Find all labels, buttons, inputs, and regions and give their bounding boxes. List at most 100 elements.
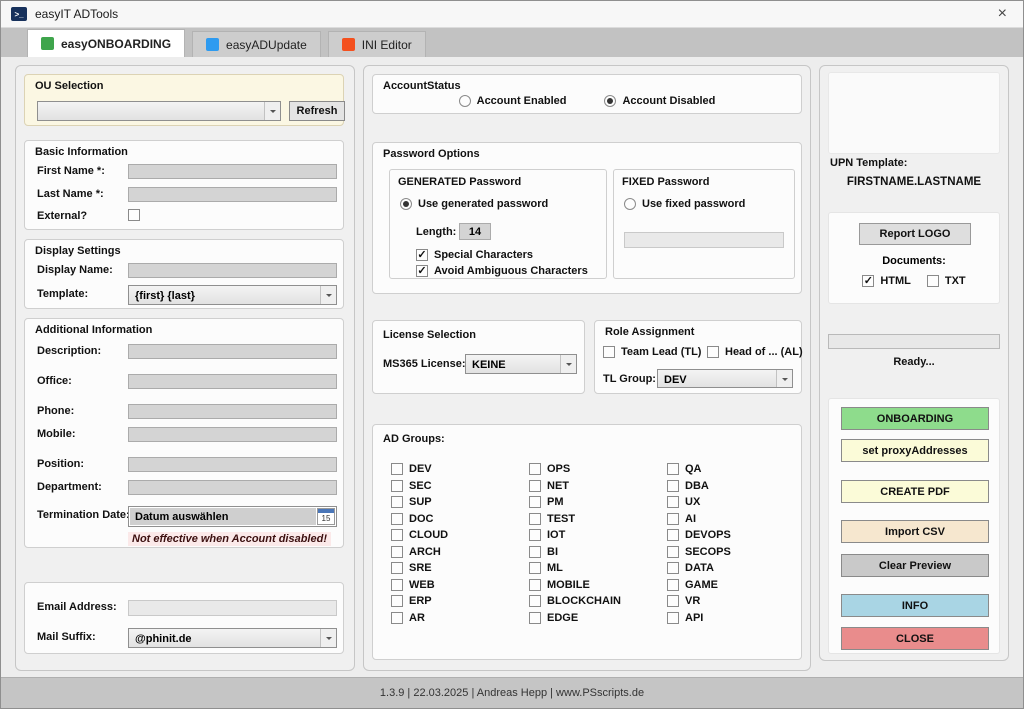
checkbox-icon[interactable] xyxy=(391,546,403,558)
chevron-down-icon[interactable] xyxy=(320,629,336,647)
office-field[interactable] xyxy=(128,374,337,389)
ad-group-checkbox-erp[interactable]: ERP xyxy=(391,593,529,610)
checkbox-icon[interactable] xyxy=(529,480,541,492)
ad-group-checkbox-api[interactable]: API xyxy=(667,610,731,627)
checkbox-icon[interactable] xyxy=(667,480,679,492)
checkbox-icon[interactable] xyxy=(391,496,403,508)
display-name-field[interactable] xyxy=(128,263,337,278)
checkbox-icon[interactable] xyxy=(529,562,541,574)
head-of-checkbox[interactable]: Head of ... (AL) xyxy=(707,346,803,358)
close-button[interactable]: CLOSE xyxy=(841,627,989,650)
ou-selection-dropdown[interactable] xyxy=(37,101,281,121)
radio-icon[interactable] xyxy=(400,198,412,210)
checkbox-icon[interactable] xyxy=(529,579,541,591)
ad-group-checkbox-sec[interactable]: SEC xyxy=(391,478,529,495)
report-logo-button[interactable]: Report LOGO xyxy=(859,223,971,245)
checkbox-icon[interactable] xyxy=(391,463,403,475)
set-proxyaddresses-button[interactable]: set proxyAddresses xyxy=(841,439,989,462)
ad-group-checkbox-pm[interactable]: PM xyxy=(529,494,667,511)
use-generated-password-radio[interactable]: Use generated password xyxy=(400,198,548,210)
radio-icon[interactable] xyxy=(624,198,636,210)
ad-group-checkbox-vr[interactable]: VR xyxy=(667,593,731,610)
html-checkbox[interactable]: HTML xyxy=(862,275,911,287)
chevron-down-icon[interactable] xyxy=(560,355,576,373)
checkbox-icon[interactable] xyxy=(667,595,679,607)
create-pdf-button[interactable]: CREATE PDF xyxy=(841,480,989,503)
clear-preview-button[interactable]: Clear Preview xyxy=(841,554,989,577)
special-characters-checkbox[interactable]: Special Characters xyxy=(416,249,533,261)
team-lead-checkbox[interactable]: Team Lead (TL) xyxy=(603,346,701,358)
email-address-field[interactable] xyxy=(128,600,337,616)
checkbox-icon[interactable] xyxy=(529,595,541,607)
ad-group-checkbox-ux[interactable]: UX xyxy=(667,494,731,511)
import-csv-button[interactable]: Import CSV xyxy=(841,520,989,543)
ad-group-checkbox-cloud[interactable]: CLOUD xyxy=(391,527,529,544)
checkbox-icon[interactable] xyxy=(667,463,679,475)
tab-easyonboarding[interactable]: easyONBOARDING xyxy=(27,29,185,57)
checkbox-icon[interactable] xyxy=(416,249,428,261)
checkbox-icon[interactable] xyxy=(416,265,428,277)
ms365-license-dropdown[interactable]: KEINE xyxy=(465,354,577,374)
refresh-button[interactable]: Refresh xyxy=(289,101,345,121)
ad-group-checkbox-ar[interactable]: AR xyxy=(391,610,529,627)
ad-group-checkbox-doc[interactable]: DOC xyxy=(391,511,529,528)
checkbox-icon[interactable] xyxy=(529,612,541,624)
ad-group-checkbox-test[interactable]: TEST xyxy=(529,511,667,528)
use-fixed-password-radio[interactable]: Use fixed password xyxy=(624,198,745,210)
ad-group-checkbox-blockchain[interactable]: BLOCKCHAIN xyxy=(529,593,667,610)
department-field[interactable] xyxy=(128,480,337,495)
position-field[interactable] xyxy=(128,457,337,472)
ad-group-checkbox-edge[interactable]: EDGE xyxy=(529,610,667,627)
info-button[interactable]: INFO xyxy=(841,594,989,617)
ad-group-checkbox-secops[interactable]: SECOPS xyxy=(667,544,731,561)
checkbox-icon[interactable] xyxy=(391,513,403,525)
ad-group-checkbox-data[interactable]: DATA xyxy=(667,560,731,577)
length-field[interactable]: 14 xyxy=(459,223,491,240)
first-name-field[interactable] xyxy=(128,164,337,179)
checkbox-icon[interactable] xyxy=(667,496,679,508)
avoid-ambiguous-checkbox[interactable]: Avoid Ambiguous Characters xyxy=(416,265,588,277)
termination-date-picker[interactable]: Datum auswählen 15 xyxy=(128,506,337,527)
checkbox-icon[interactable] xyxy=(391,562,403,574)
ad-group-checkbox-dba[interactable]: DBA xyxy=(667,478,731,495)
chevron-down-icon[interactable] xyxy=(264,102,280,120)
checkbox-icon[interactable] xyxy=(529,463,541,475)
fixed-password-field[interactable] xyxy=(624,232,784,248)
checkbox-icon[interactable] xyxy=(529,529,541,541)
account-enabled-radio[interactable]: Account Enabled xyxy=(459,95,567,107)
radio-icon[interactable] xyxy=(604,95,616,107)
mobile-field[interactable] xyxy=(128,427,337,442)
ad-group-checkbox-sre[interactable]: SRE xyxy=(391,560,529,577)
account-disabled-radio[interactable]: Account Disabled xyxy=(604,95,715,107)
checkbox-icon[interactable] xyxy=(667,546,679,558)
checkbox-icon[interactable] xyxy=(707,346,719,358)
tab-easyadupdate[interactable]: easyADUpdate xyxy=(192,31,321,57)
mail-suffix-dropdown[interactable]: @phinit.de xyxy=(128,628,337,648)
last-name-field[interactable] xyxy=(128,187,337,202)
ad-group-checkbox-devops[interactable]: DEVOPS xyxy=(667,527,731,544)
ad-group-checkbox-arch[interactable]: ARCH xyxy=(391,544,529,561)
ad-group-checkbox-ops[interactable]: OPS xyxy=(529,461,667,478)
ad-group-checkbox-qa[interactable]: QA xyxy=(667,461,731,478)
radio-icon[interactable] xyxy=(459,95,471,107)
checkbox-icon[interactable] xyxy=(529,496,541,508)
ad-group-checkbox-net[interactable]: NET xyxy=(529,478,667,495)
tl-group-dropdown[interactable]: DEV xyxy=(657,369,793,388)
ad-group-checkbox-ml[interactable]: ML xyxy=(529,560,667,577)
checkbox-icon[interactable] xyxy=(927,275,939,287)
ad-group-checkbox-bi[interactable]: BI xyxy=(529,544,667,561)
ad-group-checkbox-dev[interactable]: DEV xyxy=(391,461,529,478)
checkbox-icon[interactable] xyxy=(603,346,615,358)
template-dropdown[interactable]: {first} {last} xyxy=(128,285,337,305)
checkbox-icon[interactable] xyxy=(391,480,403,492)
checkbox-icon[interactable] xyxy=(391,595,403,607)
checkbox-icon[interactable] xyxy=(391,612,403,624)
calendar-icon[interactable]: 15 xyxy=(317,508,335,525)
checkbox-icon[interactable] xyxy=(862,275,874,287)
tab-ini-editor[interactable]: INI Editor xyxy=(328,31,426,57)
phone-field[interactable] xyxy=(128,404,337,419)
checkbox-icon[interactable] xyxy=(667,612,679,624)
ad-group-checkbox-game[interactable]: GAME xyxy=(667,577,731,594)
ad-group-checkbox-mobile[interactable]: MOBILE xyxy=(529,577,667,594)
checkbox-icon[interactable] xyxy=(391,579,403,591)
